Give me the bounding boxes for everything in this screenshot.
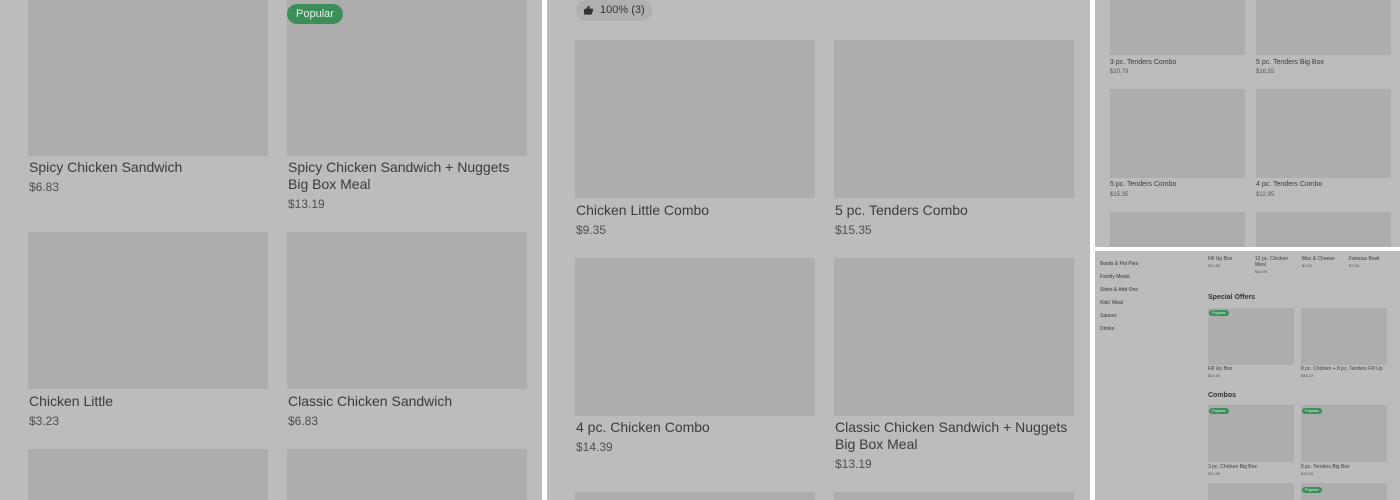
item-price: $44.99 xyxy=(1255,269,1268,274)
item-name[interactable]: Spicy Chicken Sandwich + Nuggets Big Box… xyxy=(288,159,528,193)
section-title-special-offers: Special Offers xyxy=(1208,294,1256,301)
item-price: $9.35 xyxy=(576,223,607,237)
rating-text: 100% (3) xyxy=(600,4,645,16)
item-name[interactable]: 8 pc. Chicken + 8 pc. Tenders Fill Up xyxy=(1301,366,1393,372)
item-name[interactable]: 3 pc. Chicken Big Box xyxy=(1208,464,1288,470)
item-name[interactable]: 4 pc. Tenders Combo xyxy=(1256,181,1322,189)
item-image[interactable] xyxy=(834,492,1074,500)
item-name[interactable]: Fill Up Box xyxy=(1208,256,1253,262)
sidebar-item-family-meals[interactable]: Family Meals xyxy=(1100,274,1129,280)
item-price: $13.19 xyxy=(288,197,325,211)
item-image[interactable] xyxy=(1208,483,1294,500)
sidebar-item-sauces[interactable]: Sauces xyxy=(1100,313,1117,319)
item-price: $6.83 xyxy=(288,414,319,428)
item-price: $7.55 xyxy=(1349,263,1360,268)
item-image[interactable] xyxy=(1301,308,1387,365)
item-price: $12.95 xyxy=(1256,192,1275,198)
item-image[interactable] xyxy=(287,449,527,500)
popular-badge: Popular xyxy=(1302,487,1322,493)
item-name[interactable]: Spicy Chicken Sandwich xyxy=(29,159,182,176)
item-image[interactable] xyxy=(28,232,268,389)
item-price: $6.83 xyxy=(29,180,60,194)
item-image[interactable] xyxy=(1208,308,1294,365)
item-image[interactable] xyxy=(575,40,815,198)
item-price: $14.99 xyxy=(1208,471,1221,476)
sidebar-item-drinks[interactable]: Drinks xyxy=(1100,326,1114,332)
item-image[interactable] xyxy=(575,258,815,416)
item-name[interactable]: Chicken Little xyxy=(29,393,113,410)
item-image[interactable] xyxy=(1110,212,1245,247)
menu-page-panel-4: Bowls & Pot Pies Family Meals Sides & Ad… xyxy=(1095,251,1400,500)
sidebar-item-kids-meal[interactable]: Kids' Meal xyxy=(1100,300,1123,306)
item-price: $24.00 xyxy=(1208,263,1221,268)
item-price: $3.23 xyxy=(29,414,60,428)
item-name[interactable]: 12 pc. Chicken Meal xyxy=(1255,256,1295,268)
section-title-combos: Combos xyxy=(1208,392,1236,399)
item-price: $15.35 xyxy=(1110,192,1129,198)
menu-grid-panel-2: 100% (3) Chicken Little Combo $9.35 5 pc… xyxy=(547,0,1090,500)
item-name[interactable]: Classic Chicken Sandwich xyxy=(288,393,452,410)
item-image[interactable] xyxy=(1110,89,1245,178)
item-name[interactable]: 5 pc. Tenders Big Box xyxy=(1301,464,1381,470)
item-name[interactable]: Classic Chicken Sandwich + Nuggets Big B… xyxy=(835,419,1075,453)
item-name[interactable]: Fill Up Box xyxy=(1208,366,1288,372)
menu-grid-panel-1: Popular Spicy Chicken Sandwich $6.83 Spi… xyxy=(0,0,542,500)
item-image[interactable] xyxy=(1110,0,1245,55)
item-image[interactable] xyxy=(1256,89,1391,178)
thumbs-up-icon xyxy=(583,5,594,15)
item-name[interactable]: Famous Bowl xyxy=(1349,256,1394,262)
item-price: $16.55 xyxy=(1301,471,1314,476)
sidebar-item-sides[interactable]: Sides & Add Ons xyxy=(1100,287,1138,293)
item-price: $24.00 xyxy=(1208,373,1221,378)
item-image[interactable] xyxy=(834,40,1074,198)
item-name[interactable]: 5 pc. Tenders Combo xyxy=(835,202,968,219)
item-price: $16.55 xyxy=(1256,69,1275,75)
item-name[interactable]: 5 pc. Tenders Big Box xyxy=(1256,59,1324,67)
popular-badge: Popular xyxy=(287,4,343,24)
item-image[interactable] xyxy=(1256,0,1391,55)
rating-badge: 100% (3) xyxy=(576,0,652,21)
item-image[interactable] xyxy=(28,449,268,500)
menu-grid-panel-3: 3 pc. Tenders Combo $10.79 5 pc. Tenders… xyxy=(1095,0,1400,247)
item-name[interactable]: Mac & Cheese xyxy=(1302,256,1347,262)
item-price: $15.35 xyxy=(835,223,872,237)
item-price: $14.39 xyxy=(576,440,613,454)
popular-badge: Popular xyxy=(1209,310,1229,316)
item-name[interactable]: Chicken Little Combo xyxy=(576,202,709,219)
item-name[interactable]: 5 pc. Tenders Combo xyxy=(1110,181,1176,189)
item-name[interactable]: 4 pc. Chicken Combo xyxy=(576,419,710,436)
item-price: $13.19 xyxy=(835,457,872,471)
item-image[interactable] xyxy=(575,492,815,500)
item-image[interactable] xyxy=(834,258,1074,416)
item-price: $3.83 xyxy=(1302,263,1313,268)
item-image[interactable] xyxy=(28,0,268,156)
item-price: $45.19 xyxy=(1301,373,1314,378)
item-name[interactable]: 3 pc. Tenders Combo xyxy=(1110,59,1176,67)
popular-badge: Popular xyxy=(1209,408,1229,414)
item-price: $10.79 xyxy=(1110,69,1129,75)
sidebar-item-bowls[interactable]: Bowls & Pot Pies xyxy=(1100,261,1138,267)
popular-badge: Popular xyxy=(1302,408,1322,414)
item-image[interactable] xyxy=(287,232,527,389)
item-image[interactable] xyxy=(1256,212,1391,247)
